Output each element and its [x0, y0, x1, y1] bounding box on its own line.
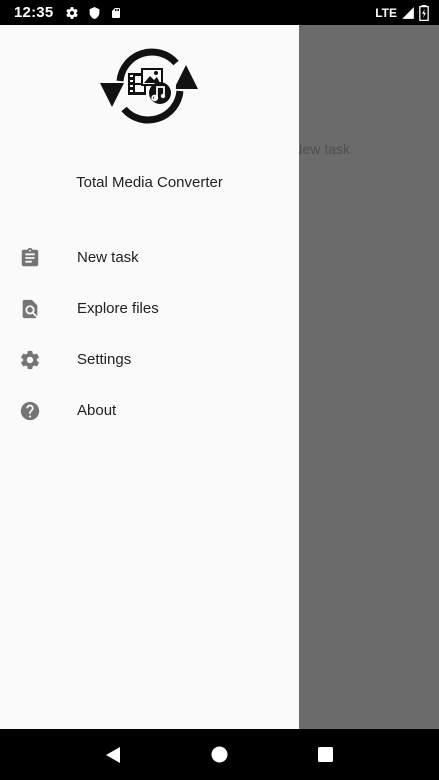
back-button[interactable]: [93, 735, 133, 775]
help-icon: [18, 399, 42, 423]
network-type: LTE: [375, 5, 397, 20]
drawer-header: Total Media Converter: [0, 25, 299, 205]
menu-item-explore-files[interactable]: Explore files: [0, 283, 299, 334]
menu-item-about[interactable]: About: [0, 385, 299, 436]
menu-item-label: About: [77, 402, 117, 419]
back-icon: [106, 746, 121, 763]
status-time: 12:35: [14, 4, 54, 21]
battery-icon: [419, 4, 429, 21]
navigation-drawer: Total Media Converter New task Explore f…: [0, 25, 299, 729]
home-button[interactable]: [199, 735, 239, 775]
signal-icon: [402, 6, 414, 19]
drawer-menu: New task Explore files Settings About: [0, 232, 299, 436]
menu-item-label: New task: [77, 249, 139, 266]
menu-item-new-task[interactable]: New task: [0, 232, 299, 283]
recents-icon: [318, 747, 334, 762]
sd-card-icon: [112, 7, 121, 18]
menu-item-label: Explore files: [77, 300, 159, 317]
app-logo-icon: [100, 48, 198, 124]
file-search-icon: [18, 297, 42, 321]
clipboard-icon: [18, 246, 42, 270]
app-name: Total Media Converter: [76, 174, 223, 191]
status-bar: 12:35 LTE: [0, 0, 439, 25]
settings-icon: [66, 6, 79, 19]
home-icon: [211, 746, 228, 763]
menu-item-label: Settings: [77, 351, 132, 368]
system-nav-bar: [0, 729, 439, 780]
gear-icon: [18, 348, 42, 372]
menu-item-settings[interactable]: Settings: [0, 334, 299, 385]
shield-icon: [90, 6, 100, 19]
recents-button[interactable]: [306, 735, 346, 775]
